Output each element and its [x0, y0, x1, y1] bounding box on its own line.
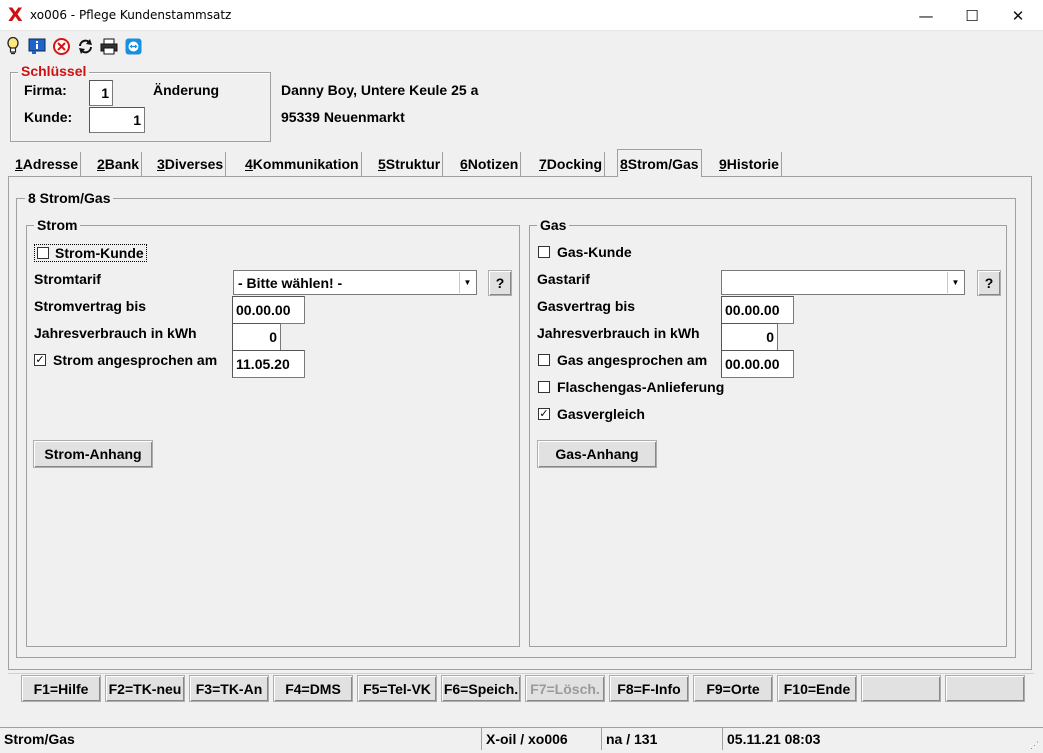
stromvertrag-field[interactable]: 00.00.00 — [232, 296, 305, 324]
tab-docking[interactable]: 7 Docking — [537, 152, 606, 176]
print-icon[interactable] — [100, 37, 118, 55]
tab-struktur[interactable]: 5 Struktur — [376, 152, 444, 176]
f5-tel-vk-button[interactable]: F5=Tel-VK — [357, 675, 437, 702]
gasvergleich-label: Gasvergleich — [557, 406, 645, 422]
status-user: na / 131 — [601, 728, 722, 750]
gasvertrag-field[interactable]: 00.00.00 — [721, 296, 794, 324]
mode-label: Änderung — [153, 82, 220, 98]
firma-label: Firma: — [24, 82, 67, 98]
tab-adresse[interactable]: 1 Adresse — [13, 152, 82, 176]
strom-kunde-check — [37, 247, 49, 259]
tab-historie[interactable]: 9 Historie — [717, 152, 782, 176]
window-title: xo006 - Pflege Kundenstammsatz — [30, 8, 232, 22]
gasvergleich-check: ✓ — [538, 408, 550, 420]
gas-verbrauch-label: Jahresverbrauch in kWh — [537, 325, 700, 341]
resize-grip-icon[interactable]: ⋰ — [1030, 740, 1040, 750]
chevron-down-icon[interactable]: ▼ — [459, 272, 475, 293]
gastarif-label: Gastarif — [537, 271, 590, 287]
strom-angesprochen-checkbox[interactable]: ✓ Strom angesprochen am — [34, 352, 217, 368]
gas-angesprochen-label: Gas angesprochen am — [557, 352, 708, 368]
strom-angesprochen-field[interactable]: 11.05.20 — [232, 350, 305, 378]
flaschengas-check — [538, 381, 550, 393]
maximize-button[interactable]: ☐ — [949, 0, 995, 31]
refresh-icon[interactable] — [76, 37, 94, 55]
strom-verbrauch-label: Jahresverbrauch in kWh — [34, 325, 197, 341]
flaschengas-label: Flaschengas-Anlieferung — [557, 379, 725, 395]
kunde-field[interactable]: 1 — [89, 107, 145, 133]
f7-delete-button: F7=Lösch. — [525, 675, 605, 702]
stromtarif-label: Stromtarif — [34, 271, 101, 287]
stromvertrag-label: Stromvertrag bis — [34, 298, 147, 314]
strom-kunde-checkbox[interactable]: Strom-Kunde — [34, 244, 147, 262]
teamviewer-icon[interactable] — [124, 37, 142, 55]
gas-angesprochen-check — [538, 354, 550, 366]
gas-kunde-check — [538, 246, 550, 258]
f12-empty-button[interactable] — [945, 675, 1025, 702]
strom-angesprochen-check: ✓ — [34, 354, 46, 366]
tab-strom-gas[interactable]: 8 Strom/Gas — [617, 149, 702, 177]
f10-exit-button[interactable]: F10=Ende — [777, 675, 857, 702]
status-datetime: 05.11.21 08:03 — [722, 728, 1040, 750]
tab-diverses[interactable]: 3 Diverses — [155, 152, 227, 176]
stromtarif-help-button[interactable]: ? — [488, 270, 512, 296]
gastarif-help-button[interactable]: ? — [977, 270, 1001, 296]
kunde-label: Kunde: — [24, 109, 73, 125]
strom-verbrauch-field[interactable]: 0 — [232, 323, 281, 351]
f1-help-button[interactable]: F1=Hilfe — [21, 675, 101, 702]
gas-legend: Gas — [537, 217, 570, 233]
f2-tk-neu-button[interactable]: F2=TK-neu — [105, 675, 185, 702]
gas-verbrauch-field[interactable]: 0 — [721, 323, 778, 351]
f9-orte-button[interactable]: F9=Orte — [693, 675, 773, 702]
gas-angesprochen-field[interactable]: 00.00.00 — [721, 350, 794, 378]
f4-dms-button[interactable]: F4=DMS — [273, 675, 353, 702]
tab-bank[interactable]: 2 Bank — [95, 152, 143, 176]
app-logo-icon: X — [8, 4, 23, 26]
gas-anhang-button[interactable]: Gas-Anhang — [537, 440, 657, 468]
gasvertrag-label: Gasvertrag bis — [537, 298, 636, 314]
chevron-down-icon[interactable]: ▼ — [947, 272, 963, 293]
cancel-icon[interactable] — [52, 37, 70, 55]
customer-address-line1: Danny Boy, Untere Keule 25 a — [281, 82, 479, 98]
f8-f-info-button[interactable]: F8=F-Info — [609, 675, 689, 702]
gasvergleich-checkbox[interactable]: ✓ Gasvergleich — [538, 406, 645, 422]
flaschengas-checkbox[interactable]: Flaschengas-Anlieferung — [538, 379, 724, 395]
tab-kommunikation[interactable]: 4 Kommunikation — [243, 152, 362, 176]
firma-field[interactable]: 1 — [89, 80, 113, 106]
f11-empty-button[interactable] — [861, 675, 941, 702]
panel-title: 8 Strom/Gas — [25, 190, 114, 206]
close-button[interactable]: ✕ — [995, 0, 1041, 31]
toolbar — [0, 32, 1043, 60]
gas-kunde-label: Gas-Kunde — [557, 244, 632, 260]
lightbulb-icon[interactable] — [4, 37, 22, 55]
strom-angesprochen-label: Strom angesprochen am — [53, 352, 218, 368]
strom-kunde-label: Strom-Kunde — [55, 245, 144, 261]
f6-save-button[interactable]: F6=Speich. — [441, 675, 521, 702]
strom-legend: Strom — [34, 217, 81, 233]
gastarif-select[interactable]: ▼ — [721, 270, 965, 295]
f3-tk-an-button[interactable]: F3=TK-An — [189, 675, 269, 702]
strom-anhang-button[interactable]: Strom-Anhang — [33, 440, 153, 468]
key-legend: Schlüssel — [18, 63, 90, 79]
gas-angesprochen-checkbox[interactable]: Gas angesprochen am — [538, 352, 707, 368]
status-section: Strom/Gas — [4, 731, 75, 747]
info-icon[interactable] — [28, 37, 46, 55]
stromtarif-select[interactable]: - Bitte wählen! - ▼ — [233, 270, 477, 295]
gas-kunde-checkbox[interactable]: Gas-Kunde — [538, 244, 632, 260]
status-app: X-oil / xo006 — [481, 728, 601, 750]
minimize-button[interactable]: — — [903, 0, 949, 31]
stromtarif-value: - Bitte wählen! - — [238, 274, 343, 291]
tab-notizen[interactable]: 6 Notizen — [458, 152, 522, 176]
customer-address-line2: 95339 Neuenmarkt — [281, 109, 405, 125]
